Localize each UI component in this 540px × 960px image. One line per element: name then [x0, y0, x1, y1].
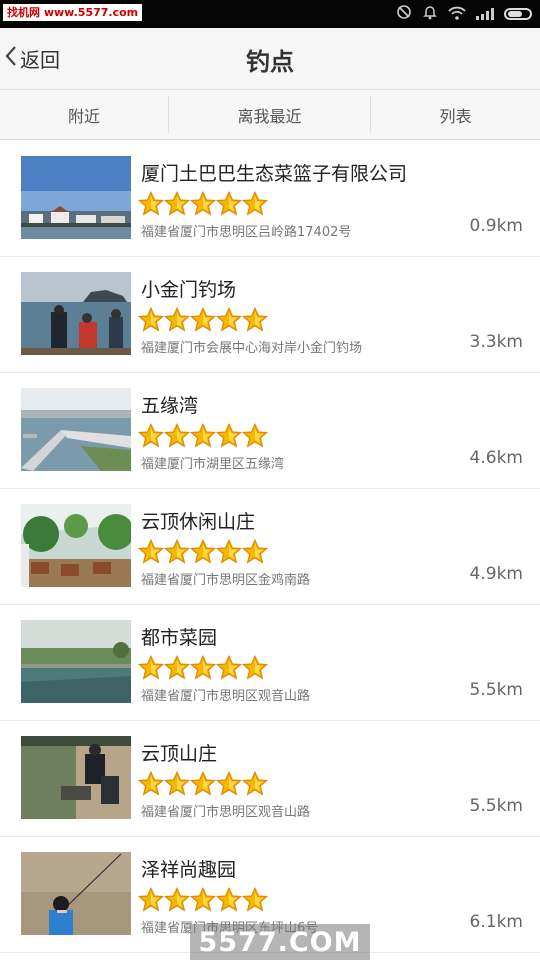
rating-stars	[137, 538, 269, 565]
star-icon	[163, 770, 191, 797]
watermark-bottom-text: 5577.COM	[198, 926, 362, 958]
spot-distance: 5.5km	[469, 680, 523, 700]
battery-icon	[504, 8, 532, 20]
star-icon	[137, 770, 165, 797]
rating-stars	[137, 654, 269, 681]
star-icon	[189, 422, 217, 449]
star-icon	[215, 770, 243, 797]
star-icon	[163, 886, 191, 913]
spot-thumbnail	[21, 156, 131, 239]
list-item[interactable]: 云顶山庄 福建省厦门市思明区观音山路 5.5km	[0, 721, 540, 837]
rating-stars	[137, 190, 269, 217]
star-icon	[189, 654, 217, 681]
star-icon	[189, 770, 217, 797]
spot-address: 福建厦门市湖里区五缘湾	[141, 457, 285, 472]
star-icon	[137, 190, 165, 217]
star-icon	[137, 886, 165, 913]
spot-distance: 4.9km	[469, 564, 523, 584]
star-icon	[189, 306, 217, 333]
spot-name: 都市菜园	[141, 627, 218, 649]
star-icon	[163, 654, 191, 681]
spot-thumbnail	[21, 736, 131, 819]
status-icons	[396, 5, 532, 23]
spot-thumbnail	[21, 388, 131, 471]
watermark-bottom: 5577.COM	[190, 924, 370, 960]
spot-distance: 3.3km	[469, 332, 523, 352]
spot-address: 福建省厦门市思明区观音山路	[141, 689, 311, 704]
spot-name: 云顶山庄	[141, 743, 218, 765]
star-icon	[215, 538, 243, 565]
rating-stars	[137, 306, 269, 333]
app-header: 返回 钓点	[0, 28, 540, 90]
star-icon	[241, 886, 269, 913]
spot-thumbnail	[21, 852, 131, 935]
star-icon	[163, 306, 191, 333]
star-icon	[163, 422, 191, 449]
spot-name: 泽祥尚趣园	[141, 859, 237, 881]
star-icon	[215, 190, 243, 217]
spot-address: 福建厦门市会展中心海对岸小金门钓场	[141, 341, 363, 356]
spot-address: 福建省厦门市思明区金鸡南路	[141, 573, 311, 588]
star-icon	[241, 770, 269, 797]
star-icon	[163, 538, 191, 565]
star-icon	[215, 306, 243, 333]
mute-icon	[396, 4, 412, 24]
page-title: 钓点	[246, 48, 294, 76]
spot-name: 五缘湾	[141, 395, 199, 417]
tab-bar: 附近 离我最近 列表	[0, 90, 540, 140]
spot-distance: 6.1km	[469, 912, 523, 932]
star-icon	[189, 190, 217, 217]
spot-name: 厦门土巴巴生态菜篮子有限公司	[141, 163, 408, 185]
star-icon	[189, 886, 217, 913]
star-icon	[241, 306, 269, 333]
star-icon	[137, 422, 165, 449]
signal-icon	[476, 5, 494, 24]
rating-stars	[137, 422, 269, 449]
wifi-icon	[448, 5, 466, 24]
list-item[interactable]: 五缘湾 福建厦门市湖里区五缘湾 4.6km	[0, 373, 540, 489]
spot-address: 福建省厦门市思明区吕岭路17402号	[141, 225, 352, 240]
star-icon	[241, 538, 269, 565]
spot-distance: 5.5km	[469, 796, 523, 816]
spot-distance: 4.6km	[469, 448, 523, 468]
list-item[interactable]: 厦门土巴巴生态菜篮子有限公司 福建省厦门市思明区吕岭路17402号 0.9km	[0, 141, 540, 257]
star-icon	[215, 886, 243, 913]
watermark-top: 找机网 www.5577.com	[3, 4, 143, 21]
list-item[interactable]: 云顶休闲山庄 福建省厦门市思明区金鸡南路 4.9km	[0, 489, 540, 605]
rating-stars	[137, 886, 269, 913]
tab-nearest[interactable]: 离我最近	[169, 90, 370, 139]
star-icon	[163, 190, 191, 217]
star-icon	[137, 306, 165, 333]
spot-address: 福建省厦门市思明区观音山路	[141, 805, 311, 820]
spot-thumbnail	[21, 504, 131, 587]
spot-thumbnail	[21, 620, 131, 703]
spot-thumbnail	[21, 272, 131, 355]
star-icon	[215, 654, 243, 681]
star-icon	[189, 538, 217, 565]
star-icon	[241, 654, 269, 681]
spot-name: 云顶休闲山庄	[141, 511, 256, 533]
spot-distance: 0.9km	[469, 216, 523, 236]
fishing-spot-list: 厦门土巴巴生态菜篮子有限公司 福建省厦门市思明区吕岭路17402号 0.9km …	[0, 141, 540, 953]
alarm-icon	[422, 4, 438, 24]
star-icon	[137, 654, 165, 681]
status-bar: 找机网 www.5577.com	[0, 0, 540, 28]
tab-list[interactable]: 列表	[371, 90, 540, 139]
star-icon	[241, 422, 269, 449]
rating-stars	[137, 770, 269, 797]
list-item[interactable]: 都市菜园 福建省厦门市思明区观音山路 5.5km	[0, 605, 540, 721]
star-icon	[215, 422, 243, 449]
list-item[interactable]: 小金门钓场 福建厦门市会展中心海对岸小金门钓场 3.3km	[0, 257, 540, 373]
star-icon	[137, 538, 165, 565]
spot-name: 小金门钓场	[141, 279, 237, 301]
tab-nearby[interactable]: 附近	[0, 90, 168, 139]
star-icon	[241, 190, 269, 217]
